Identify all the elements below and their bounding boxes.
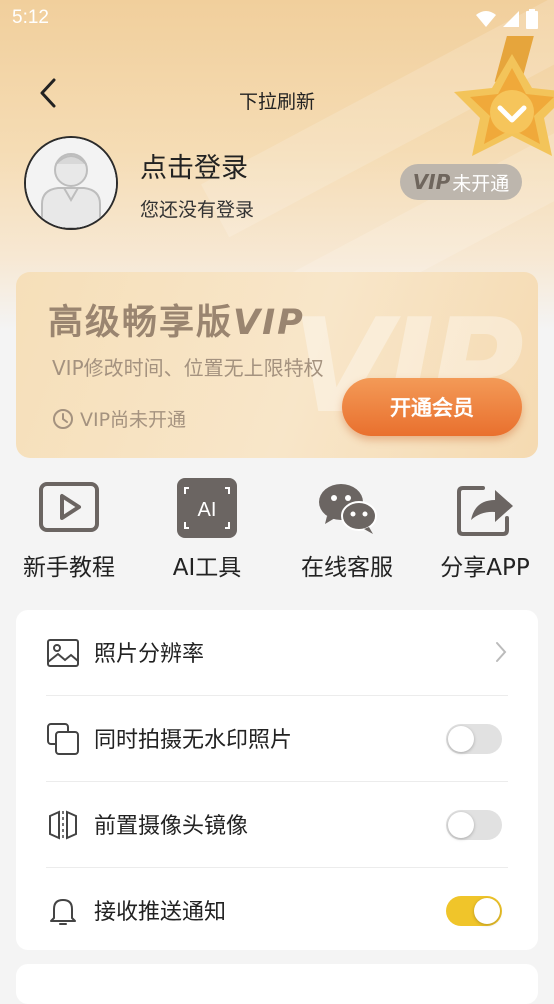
- setting-label: 前置摄像头镜像: [94, 814, 249, 839]
- user-placeholder-icon: [26, 138, 116, 228]
- setting-no-watermark: 同时拍摄无水印照片: [16, 696, 538, 782]
- setting-label: 同时拍摄无水印照片: [94, 728, 293, 753]
- vip-status-badge[interactable]: VIP 未开通: [400, 164, 522, 200]
- tool-label: AI工具: [172, 555, 242, 581]
- vip-card-subtitle: VIP修改时间、位置无上限特权: [52, 356, 324, 380]
- login-title[interactable]: 点击登录: [140, 146, 248, 185]
- vip-medal-icon: [454, 36, 554, 156]
- vip-badge-text: 未开通: [452, 172, 510, 195]
- image-icon: [47, 639, 79, 667]
- tool-ai[interactable]: AI AI工具: [138, 474, 276, 584]
- vip-card-title: 高级畅享版VIP: [48, 294, 305, 345]
- toggle-knob: [448, 726, 474, 752]
- avatar[interactable]: [24, 136, 118, 230]
- status-time: 5:12: [12, 7, 49, 28]
- play-icon: [39, 482, 99, 532]
- tool-label: 分享APP: [440, 555, 530, 581]
- next-section-card: [16, 964, 538, 1004]
- setting-label: 照片分辨率: [94, 642, 205, 667]
- tools-row: 新手教程 AI AI工具 在线客服 分享APP: [0, 474, 554, 584]
- vip-card-title-vip: VIP: [233, 303, 305, 343]
- setting-photo-resolution[interactable]: 照片分辨率: [16, 610, 538, 696]
- wifi-icon: [476, 11, 496, 27]
- wechat-icon: [319, 484, 377, 534]
- copy-icon: [47, 723, 79, 755]
- settings-card: 照片分辨率 同时拍摄无水印照片 前置摄像头镜像 接收推送通知: [16, 610, 538, 950]
- vip-status-text: VIP尚未开通: [80, 409, 187, 431]
- setting-push-notifications: 接收推送通知: [16, 868, 538, 954]
- tool-support[interactable]: 在线客服: [278, 474, 416, 584]
- status-bar: 5:12: [0, 0, 554, 40]
- share-icon: [457, 486, 513, 536]
- bell-icon: [50, 899, 76, 925]
- toggle-knob: [474, 898, 500, 924]
- tool-label: 在线客服: [301, 555, 393, 581]
- mirror-icon: [49, 810, 77, 840]
- open-vip-button[interactable]: 开通会员: [342, 378, 522, 436]
- ai-icon: AI: [177, 478, 237, 538]
- front-mirror-toggle[interactable]: [446, 810, 502, 840]
- battery-icon: [526, 9, 538, 29]
- chevron-right-icon: [496, 642, 507, 662]
- status-icons: [476, 9, 538, 29]
- no-watermark-toggle[interactable]: [446, 724, 502, 754]
- signal-icon: [503, 11, 519, 27]
- vip-status: VIP尚未开通: [52, 405, 186, 432]
- toggle-knob: [448, 812, 474, 838]
- svg-text:AI: AI: [198, 499, 217, 521]
- login-subtitle: 您还没有登录: [140, 199, 255, 221]
- vip-badge-mark: VIP: [412, 170, 451, 194]
- clock-icon: [53, 408, 73, 429]
- vip-card[interactable]: VIP 高级畅享版VIP VIP修改时间、位置无上限特权 VIP尚未开通 开通会…: [16, 272, 538, 458]
- vip-card-title-text: 高级畅享版: [48, 303, 234, 343]
- push-notifications-toggle[interactable]: [446, 896, 502, 926]
- tool-tutorial[interactable]: 新手教程: [0, 474, 138, 584]
- setting-label: 接收推送通知: [94, 900, 227, 925]
- tool-share[interactable]: 分享APP: [416, 474, 554, 584]
- tool-label: 新手教程: [23, 555, 115, 581]
- setting-front-mirror: 前置摄像头镜像: [16, 782, 538, 868]
